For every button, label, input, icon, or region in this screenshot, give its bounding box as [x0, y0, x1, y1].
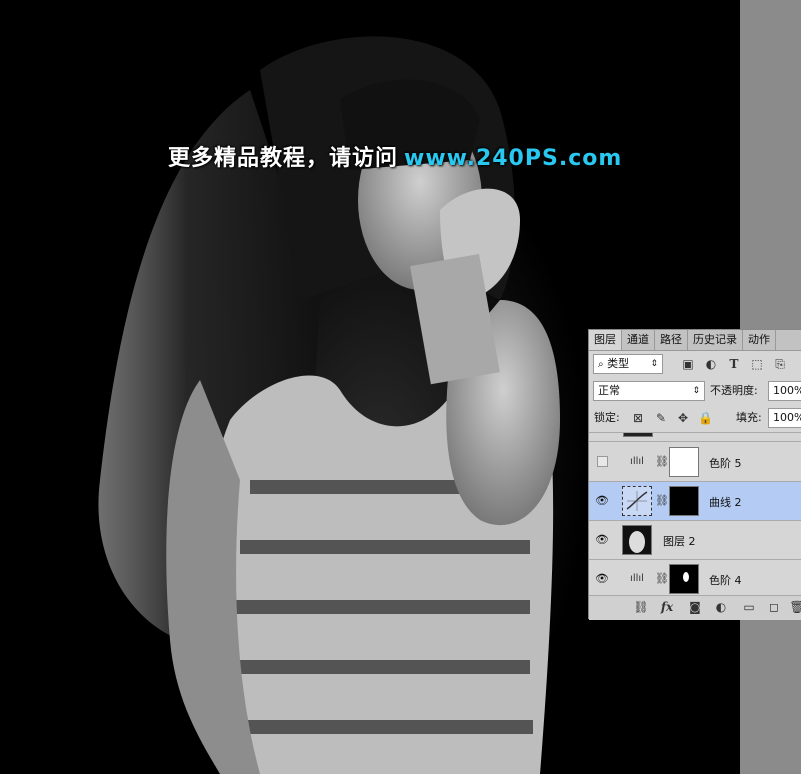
eye-icon[interactable]: 👁	[595, 533, 609, 547]
layer-name[interactable]: 色阶 5	[709, 455, 742, 471]
blend-mode-label: 正常	[598, 384, 620, 397]
panel-footer: ⛓ fx ◙ ◐ ▭ ◻ 🗑	[589, 595, 801, 620]
smart-filter-icon[interactable]: ⎘	[773, 357, 787, 371]
panel-tabs: 图层 通道 路径 历史记录 动作	[589, 330, 801, 351]
eye-icon[interactable]: 👁	[595, 494, 609, 508]
watermark-text: 更多精品教程，请访问 www.240PS.com	[168, 140, 622, 172]
filter-kind-select[interactable]: ⌕ 类型 ⇕	[593, 354, 663, 374]
fill-label: 填充:	[736, 411, 762, 424]
shape-filter-icon[interactable]: ⬚	[750, 357, 764, 371]
lock-position-icon[interactable]: ✥	[676, 411, 690, 425]
image-filter-icon[interactable]: ▣	[681, 357, 695, 371]
watermark-url: www.240PS.com	[404, 146, 623, 171]
adjustment-icon[interactable]: ◐	[713, 600, 729, 614]
layer-thumbnail	[623, 433, 653, 437]
type-filter-icon[interactable]: T	[727, 357, 741, 371]
visibility-toggle[interactable]	[597, 456, 608, 467]
curves-icon	[622, 486, 652, 516]
lock-transparency-icon[interactable]: ⊠	[631, 411, 645, 425]
chevron-updown-icon: ⇕	[650, 359, 658, 369]
opacity-label: 不透明度:	[710, 384, 758, 397]
lock-pixels-icon[interactable]: ✎	[654, 411, 668, 425]
filter-kind-label: 类型	[607, 357, 630, 370]
layer-mask-thumbnail[interactable]	[669, 564, 699, 594]
delete-icon[interactable]: 🗑	[789, 600, 801, 614]
new-layer-icon[interactable]: ◻	[766, 600, 782, 614]
levels-icon: ıllıl	[630, 456, 644, 467]
layer-row-partial[interactable]	[589, 433, 801, 442]
chain-icon[interactable]: ⛓	[655, 572, 669, 585]
chain-icon[interactable]: ⛓	[655, 455, 669, 468]
fill-input[interactable]: 100%	[768, 408, 801, 428]
layer-row-selected[interactable]: 👁 ⛓ 曲线 2	[589, 482, 801, 521]
tab-actions[interactable]: 动作	[743, 330, 776, 350]
adjustment-filter-icon[interactable]: ◐	[704, 357, 718, 371]
layer-name[interactable]: 图层 2	[663, 533, 696, 549]
search-icon: ⌕	[598, 359, 604, 370]
opacity-input[interactable]: 100%	[768, 381, 801, 401]
fx-icon[interactable]: fx	[659, 600, 675, 614]
chain-icon[interactable]: ⛓	[655, 494, 669, 507]
mask-icon[interactable]: ◙	[687, 600, 703, 614]
link-layers-icon[interactable]: ⛓	[633, 600, 649, 614]
layers-panel: 图层 通道 路径 历史记录 动作 ⌕ 类型 ⇕ ▣ ◐ T ⬚ ⎘ 正常 ⇕ 不…	[588, 329, 801, 620]
layer-mask-thumbnail[interactable]	[669, 486, 699, 516]
layer-name[interactable]: 曲线 2	[709, 494, 742, 510]
levels-icon: ıllıl	[630, 573, 644, 584]
layer-thumbnail	[622, 525, 652, 555]
lock-label: 锁定:	[594, 411, 620, 424]
lock-all-icon[interactable]: 🔒	[698, 411, 713, 425]
layer-mask-thumbnail[interactable]	[669, 447, 699, 477]
blend-mode-select[interactable]: 正常 ⇕	[593, 381, 705, 401]
layers-list: ıllıl ⛓ 色阶 5 👁 ⛓ 曲线 2 👁 图层 2 👁 ıllıl ⛓ 色…	[589, 432, 801, 596]
layer-row[interactable]: ıllıl ⛓ 色阶 5	[589, 443, 801, 482]
layer-name[interactable]: 色阶 4	[709, 572, 742, 588]
eye-icon[interactable]: 👁	[595, 572, 609, 586]
layer-row[interactable]: 👁 图层 2	[589, 521, 801, 560]
tab-channels[interactable]: 通道	[622, 330, 655, 350]
group-icon[interactable]: ▭	[741, 600, 757, 614]
tab-history[interactable]: 历史记录	[688, 330, 743, 350]
tab-paths[interactable]: 路径	[655, 330, 688, 350]
layer-row[interactable]: 👁 ıllıl ⛓ 色阶 4	[589, 560, 801, 596]
watermark-label: 更多精品教程，请访问	[168, 146, 399, 171]
tab-layers[interactable]: 图层	[589, 330, 622, 350]
chevron-updown-icon: ⇕	[692, 386, 700, 396]
